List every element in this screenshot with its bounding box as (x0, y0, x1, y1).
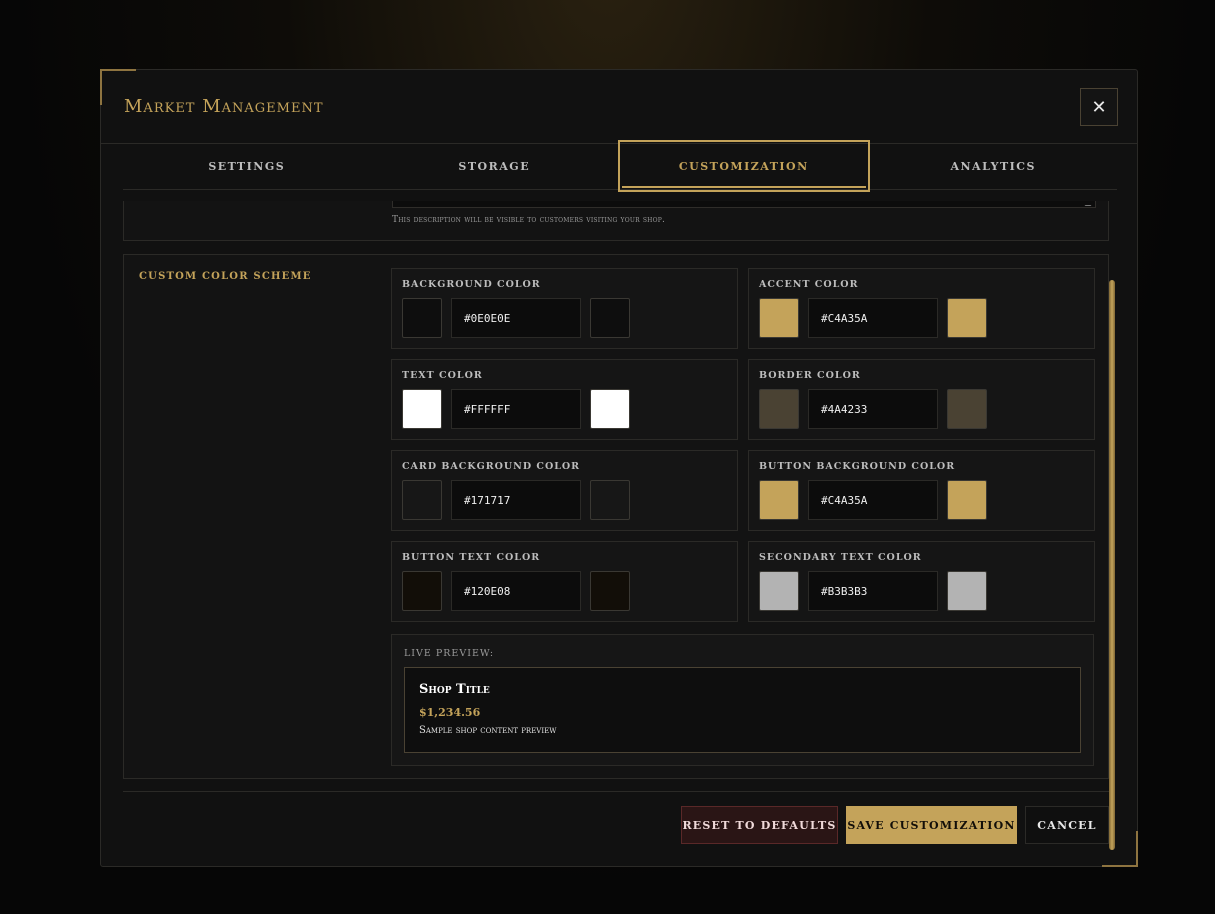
color-preview-swatch (947, 298, 987, 338)
hex-input[interactable] (451, 480, 581, 520)
tab-storage[interactable]: Storage (371, 144, 619, 189)
color-preview-swatch (947, 571, 987, 611)
preview-sample-text: Sample shop content preview (419, 725, 557, 736)
tab-settings[interactable]: Settings (123, 144, 371, 189)
hex-input[interactable] (808, 571, 938, 611)
field-label: Border Color (759, 370, 861, 381)
color-picker-swatch[interactable] (759, 298, 799, 338)
color-preview-swatch (590, 571, 630, 611)
modal-header: Market Management ✕ (101, 70, 1137, 144)
color-preview-swatch (590, 298, 630, 338)
color-field-button-background: Button Background Color (748, 450, 1095, 531)
preview-shop-title: Shop Title (419, 682, 490, 697)
hex-input[interactable] (808, 298, 938, 338)
color-field-border: Border Color (748, 359, 1095, 440)
field-label: Accent Color (759, 279, 859, 290)
customization-scroll-area: This description will be visible to cust… (123, 201, 1117, 781)
description-hint: This description will be visible to cust… (392, 215, 666, 225)
live-preview: Live Preview: Shop Title $1,234.56 Sampl… (391, 634, 1094, 766)
color-picker-swatch[interactable] (759, 389, 799, 429)
color-scheme-card: Custom Color Scheme Background Color Acc… (123, 254, 1109, 779)
color-field-background: Background Color (391, 268, 738, 349)
color-field-accent: Accent Color (748, 268, 1095, 349)
preview-price: $1,234.56 (419, 706, 481, 719)
color-preview-swatch (590, 389, 630, 429)
scrollbar-thumb[interactable] (1109, 280, 1115, 850)
hex-input[interactable] (451, 298, 581, 338)
hex-input[interactable] (451, 571, 581, 611)
color-picker-swatch[interactable] (402, 480, 442, 520)
field-label: Card Background Color (402, 461, 581, 472)
color-field-card-background: Card Background Color (391, 450, 738, 531)
cancel-button[interactable]: Cancel (1025, 806, 1109, 844)
scrollbar[interactable] (1109, 204, 1115, 850)
color-field-button-text: Button Text Color (391, 541, 738, 622)
hex-input[interactable] (808, 389, 938, 429)
footer-divider (123, 791, 1109, 792)
modal-title: Market Management (124, 96, 324, 117)
color-preview-swatch (947, 480, 987, 520)
hex-input[interactable] (451, 389, 581, 429)
color-picker-swatch[interactable] (759, 571, 799, 611)
field-label: Text Color (402, 370, 483, 381)
description-textarea[interactable] (392, 201, 1096, 208)
color-field-secondary-text: Secondary Text Color (748, 541, 1095, 622)
close-button[interactable]: ✕ (1080, 88, 1118, 126)
field-label: Button Background Color (759, 461, 956, 472)
hex-input[interactable] (808, 480, 938, 520)
description-card: This description will be visible to cust… (123, 201, 1109, 241)
color-picker-swatch[interactable] (759, 480, 799, 520)
color-scheme-label: Custom Color Scheme (139, 271, 312, 282)
color-picker-swatch[interactable] (402, 298, 442, 338)
color-preview-swatch (590, 480, 630, 520)
field-label: Button Text Color (402, 552, 541, 563)
close-icon: ✕ (1091, 96, 1107, 118)
live-preview-label: Live Preview: (404, 648, 495, 659)
tab-bar: Settings Storage Customization Analytics (123, 140, 1118, 192)
color-preview-swatch (947, 389, 987, 429)
tab-customization[interactable]: Customization (618, 140, 870, 192)
market-management-modal: Market Management ✕ Settings Storage Cus… (100, 69, 1138, 867)
live-preview-card: Shop Title $1,234.56 Sample shop content… (404, 667, 1081, 753)
color-picker-swatch[interactable] (402, 389, 442, 429)
tab-analytics[interactable]: Analytics (870, 144, 1118, 189)
field-label: Background Color (402, 279, 541, 290)
reset-defaults-button[interactable]: Reset to Defaults (681, 806, 838, 844)
color-field-text: Text Color (391, 359, 738, 440)
color-picker-swatch[interactable] (402, 571, 442, 611)
field-label: Secondary Text Color (759, 552, 922, 563)
resize-grip-icon[interactable] (1084, 201, 1096, 206)
save-customization-button[interactable]: Save Customization (846, 806, 1017, 844)
